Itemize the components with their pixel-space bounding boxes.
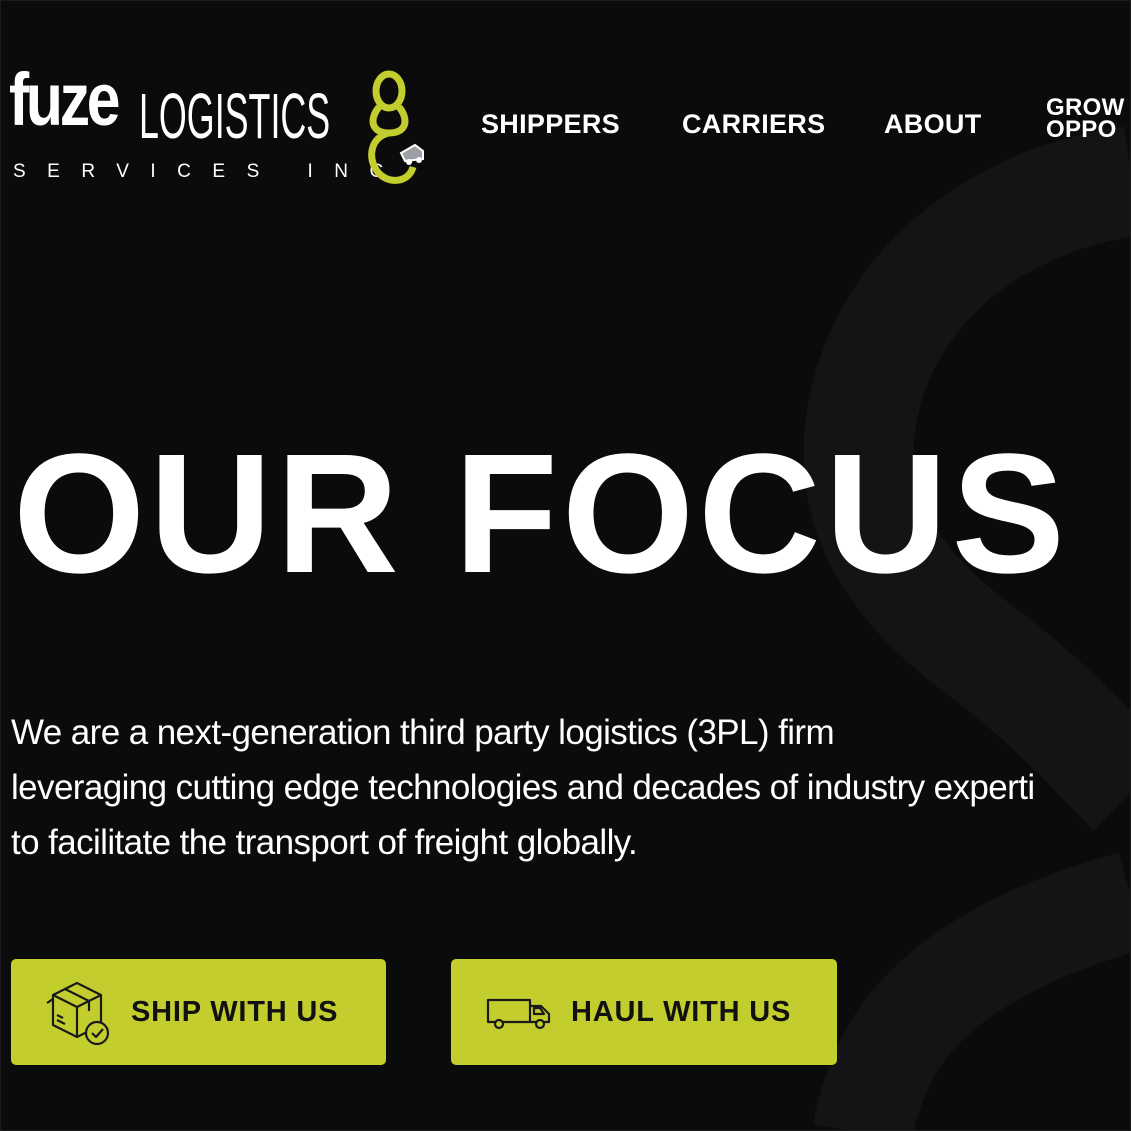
hero-title: OUR FOCUS xyxy=(13,419,1069,609)
ship-with-us-button[interactable]: SHIP WITH US xyxy=(11,959,386,1065)
nav-item-grow-line2: OPPO xyxy=(1046,116,1117,143)
nav-item-about[interactable]: ABOUT xyxy=(884,109,982,140)
hero-description-line-3: to facilitate the transport of freight g… xyxy=(11,823,638,862)
haul-with-us-label: HAUL WITH US xyxy=(571,995,792,1028)
ship-with-us-label: SHIP WITH US xyxy=(131,995,339,1028)
page-frame: fuze LOGISTICS SERVICES INC SHIPPERS CAR… xyxy=(0,0,1131,1131)
logo-subline-text: SERVICES INC xyxy=(13,161,405,182)
package-check-icon xyxy=(46,981,110,1046)
hero-description-line-1: We are a next-generation third party log… xyxy=(11,713,835,752)
truck-icon xyxy=(486,998,551,1030)
main-navigation: SHIPPERS CARRIERS ABOUT GROW OPPO xyxy=(1,96,1130,143)
nav-item-shippers[interactable]: SHIPPERS xyxy=(481,109,620,140)
nav-item-grow-opportunities[interactable]: GROW OPPO xyxy=(1046,96,1125,143)
nav-item-carriers[interactable]: CARRIERS xyxy=(682,109,825,140)
hero-description-line-2: leveraging cutting edge technologies and… xyxy=(11,768,1035,807)
haul-with-us-button[interactable]: HAUL WITH US xyxy=(451,959,837,1065)
hero-description: We are a next-generation third party log… xyxy=(11,705,1130,870)
